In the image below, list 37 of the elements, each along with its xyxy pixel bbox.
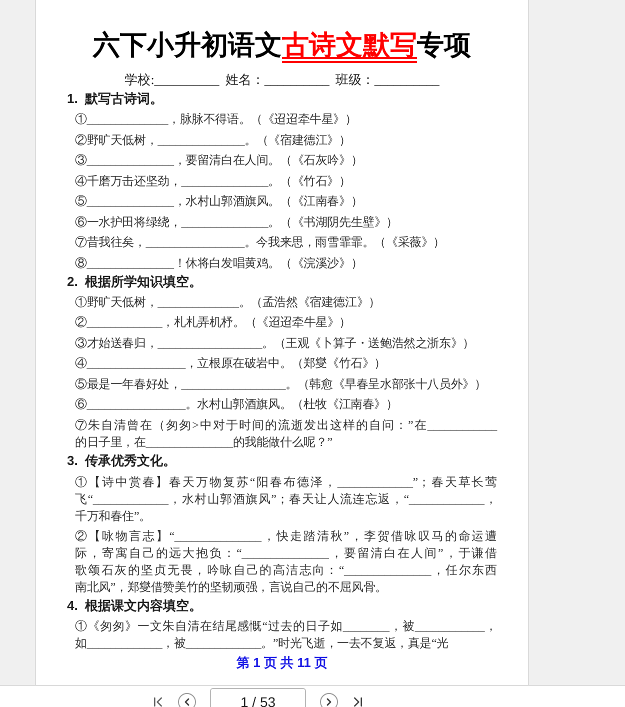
question-line: ⑥_________________。水村山郭酒旗风。（杜牧《江南春》） <box>75 396 398 413</box>
question-line: ①《匆匆》一文朱自清在结尾感慨“过去的日子如________，被____________， <box>75 618 497 634</box>
page-number-field[interactable]: 1 / 53 <box>210 688 306 707</box>
question-line: ③才始送春归，__________________。（王观《卜算子・送鲍浩然之浙东》） <box>75 334 474 352</box>
question-line: ③_______________，要留清白在人间。（《石灰吟》） <box>75 152 363 169</box>
section-heading: 2. 根据所学知识填空。 <box>67 272 204 290</box>
question-line: ⑤_______________，水村山郭酒旗风。（《江南春》） <box>75 193 363 210</box>
document-title: 六下小升初语文古诗文默写专项 <box>92 29 472 61</box>
section-heading: 3. 传承优秀文化。 <box>67 452 178 470</box>
question-line: ②【咏物言志】“_______________，快走踏清秋”，李贺借咏叹马的命运遭 <box>75 528 497 544</box>
page-number-footer: 第 1 页 共 11 页 <box>67 656 497 670</box>
question-line: 际，寄寓自己的远大抱负：“_______________，要留清白在人间”，于谦借 <box>75 544 497 562</box>
info-field-label: 姓名：__________ <box>225 71 330 89</box>
section-heading: 1. 默写古诗词。 <box>67 90 164 108</box>
question-line: 如_____________，被_____________。”时光飞逝，一去不复返，真是“光 <box>75 634 448 652</box>
question-line: ④千磨万击还坚劲，_______________。（《竹石》） <box>75 172 351 190</box>
question-line: ②野旷天低树，_______________。（《宿建德江》） <box>75 132 351 148</box>
question-line: 飞“_____________，水村山郭酒旗风”；春天让人流连忘返，“_____________， <box>75 490 497 508</box>
question-line: ④_________________，立根原在破岩中。（郑燮《竹石》） <box>75 355 386 372</box>
question-line: 的日子里，在_______________的我能做什么呢？” <box>75 434 332 450</box>
question-line: ⑦朱自清曾在（匆匆>中对于时间的流逝发出这样的自问：”在____________ <box>75 416 497 434</box>
info-field-label: 班级：__________ <box>335 71 440 89</box>
question-line: ⑤最是一年春好处，__________________。（韩愈《早春呈水部张十八员外》） <box>75 376 486 392</box>
question-line: ①【诗中赏春】春天万物复苏“阳春布德泽，_____________”；春天草长莺 <box>75 474 497 490</box>
previous-page-button[interactable] <box>178 693 196 707</box>
question-line: ①野旷天低树，______________。（孟浩然《宿建德江》） <box>75 294 380 310</box>
question-line: 南北风”，郑燮借赞美竹的坚韧顽强，言说自己的不屈风骨。 <box>75 578 387 596</box>
info-field-label: 学校:__________ <box>124 71 220 89</box>
question-line: 歌颂石灰的坚贞无畏，吟咏自己的高洁志向：“_______________，任尔东西 <box>75 562 497 578</box>
question-line: ⑧_______________！休将白发唱黄鸡。（《浣溪沙》） <box>75 254 363 272</box>
question-line: ⑦昔我往矣，_________________。今我来思，雨雪霏霏。（《采薇》） <box>75 234 446 251</box>
question-line: ⑥一水护田将绿绕，_______________。（《书湖阴先生壁》） <box>75 214 398 230</box>
next-page-button[interactable] <box>320 693 338 707</box>
section-heading: 4. 根据课文内容填空。 <box>67 596 204 614</box>
question-line: ②_____________，札札弄机杼。（《迢迢牵牛星》） <box>75 314 352 331</box>
question-line: 千万和春住”。 <box>75 508 151 524</box>
question-line: ①______________，脉脉不得语。（《迢迢牵牛星》） <box>75 111 357 128</box>
